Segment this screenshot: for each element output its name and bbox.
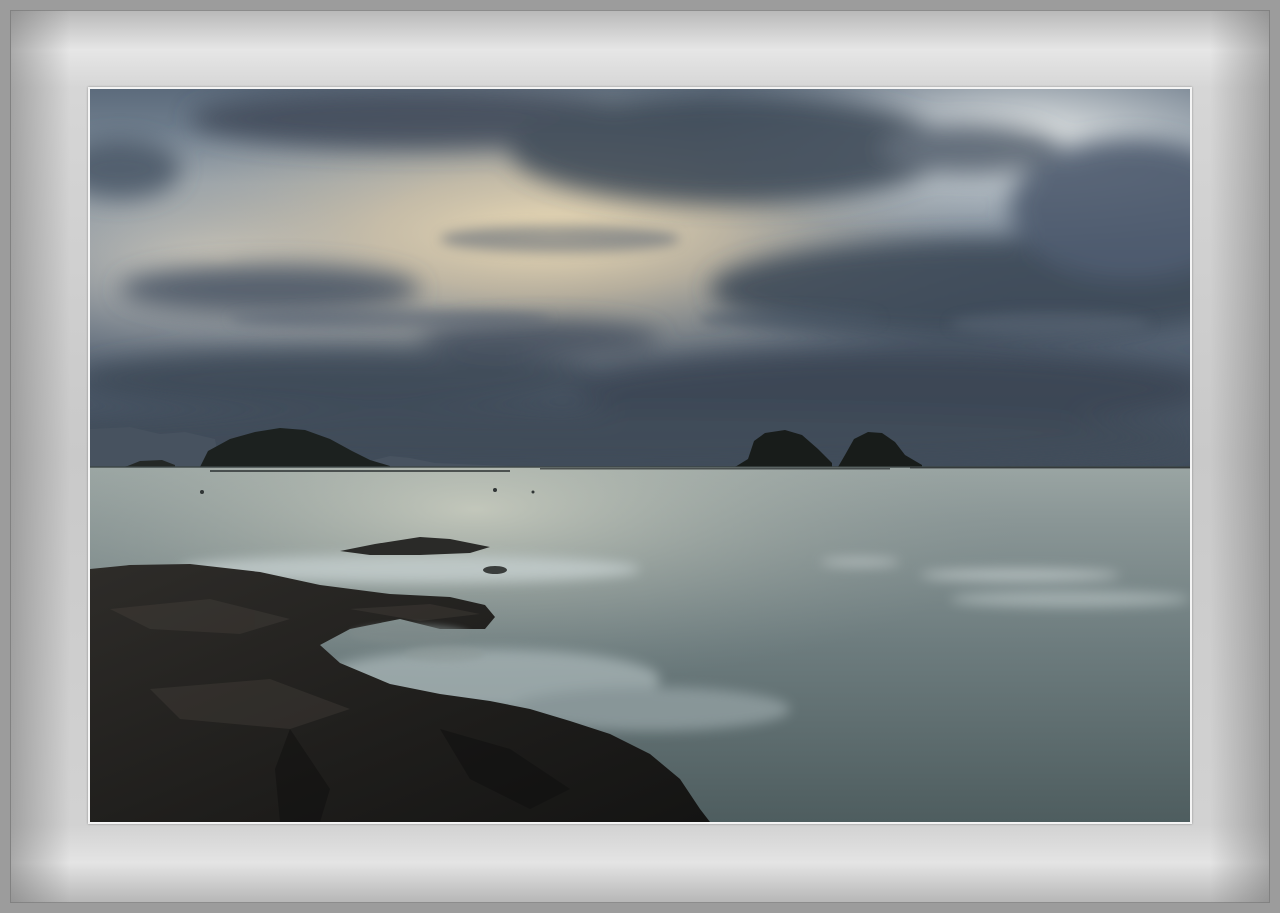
- seascape-photo: [90, 89, 1190, 822]
